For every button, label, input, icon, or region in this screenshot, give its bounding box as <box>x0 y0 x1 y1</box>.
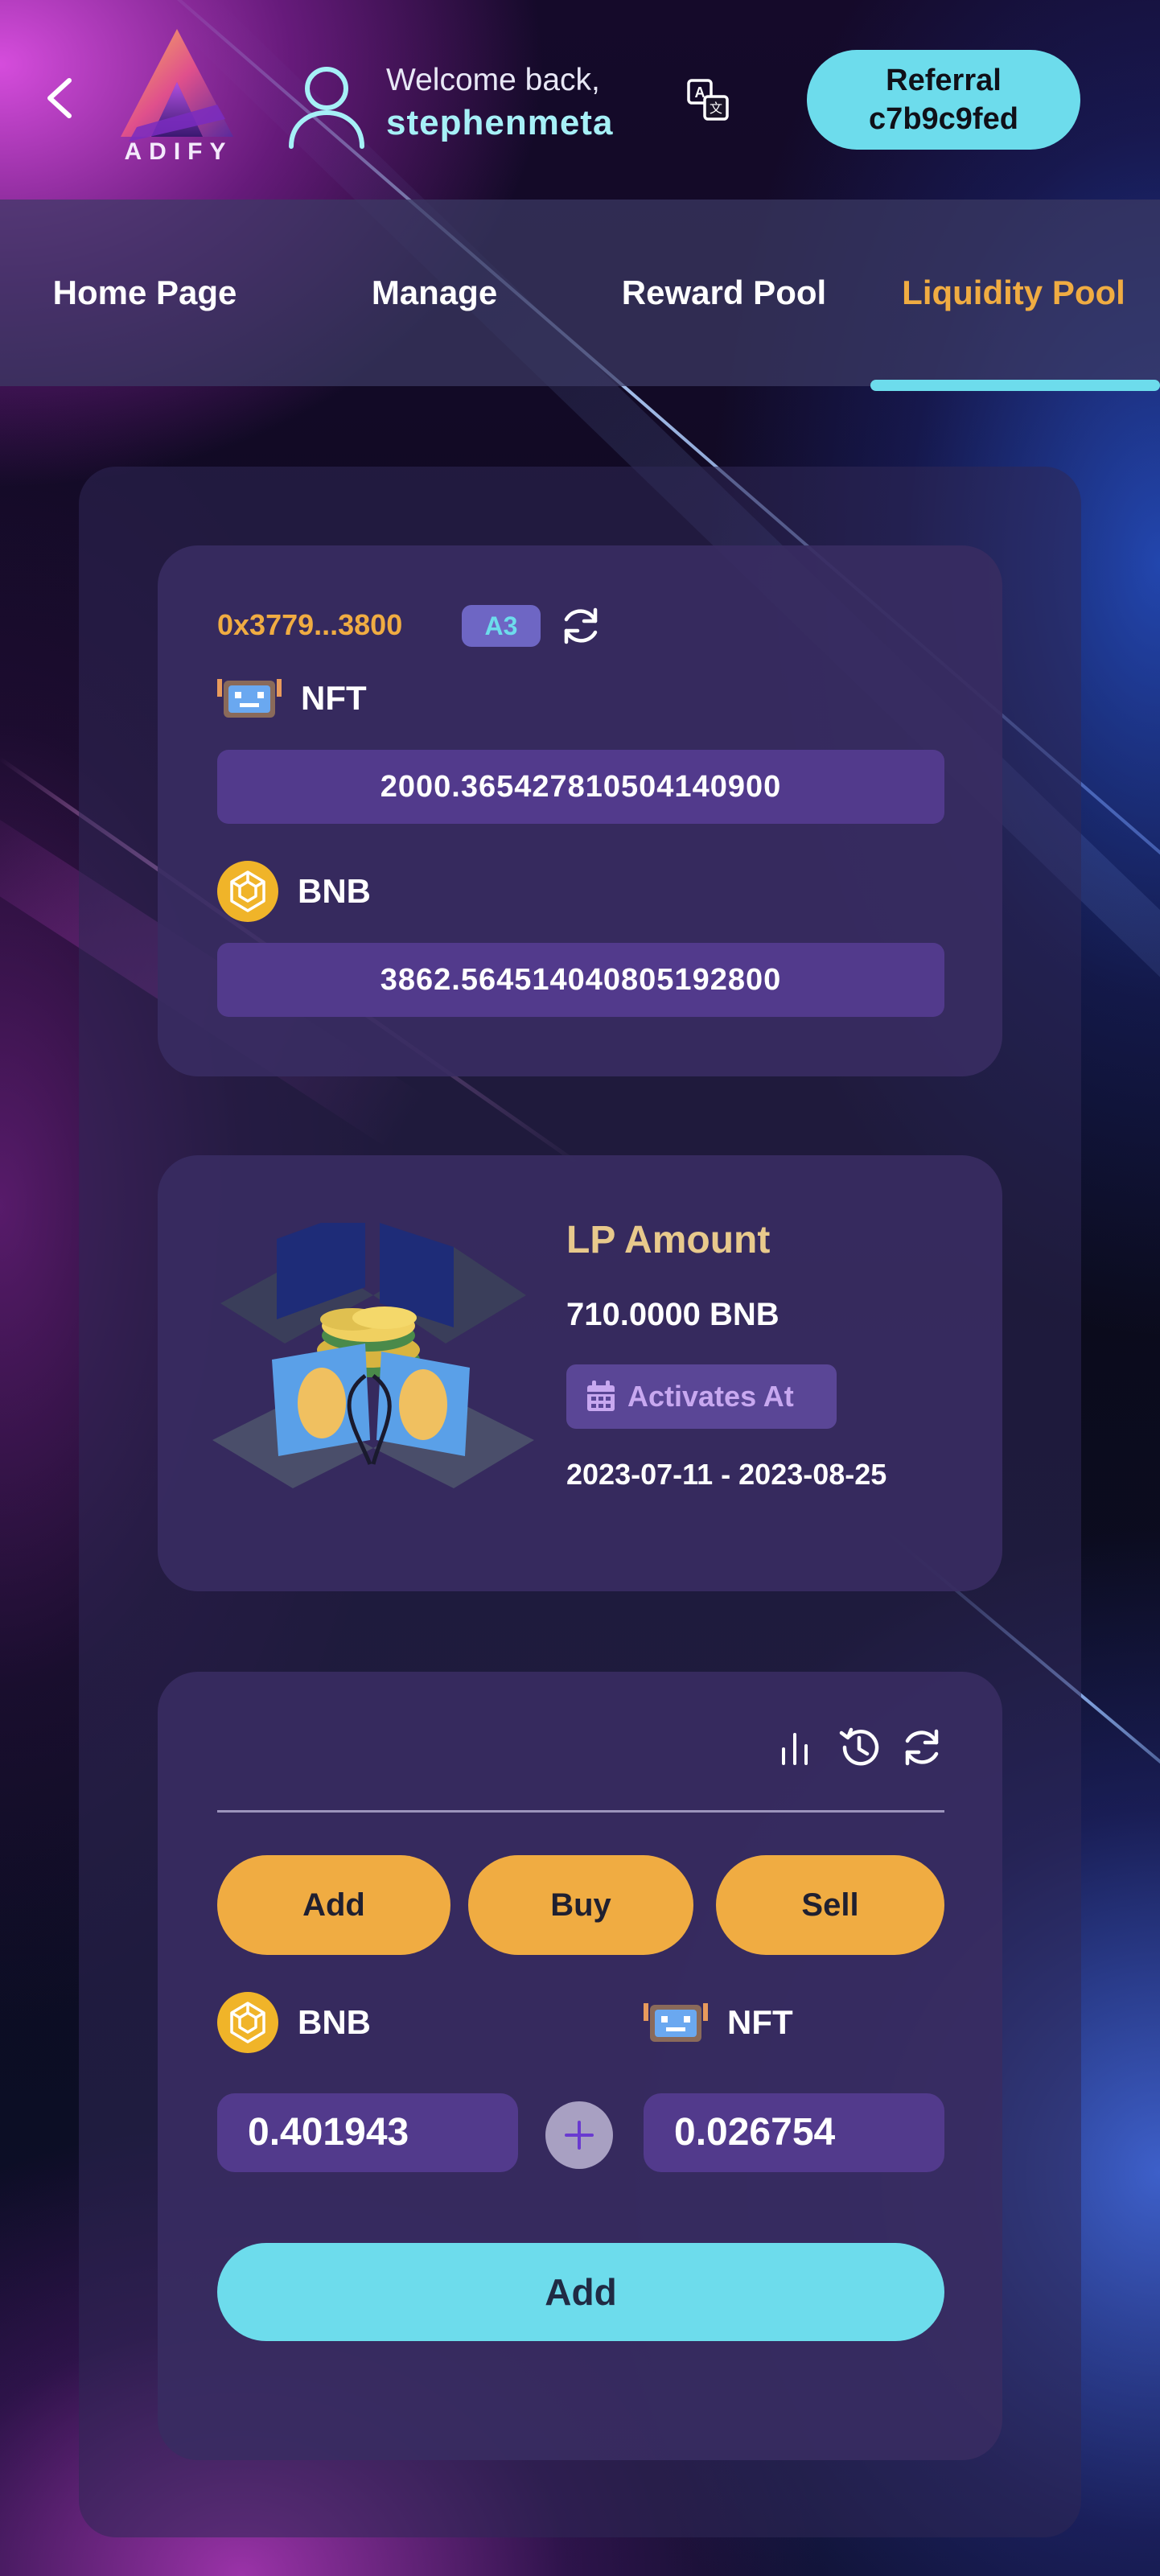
bnb-coin-icon <box>217 1992 278 2053</box>
username: stephenmeta <box>386 103 614 142</box>
input-token-nft: NFT <box>644 1992 793 2053</box>
nft-balance-value: 2000.365427810504140900 <box>217 750 944 824</box>
active-tab-indicator <box>870 380 1160 391</box>
token-row-nft: NFT <box>217 668 367 729</box>
tab-manage[interactable]: Manage <box>314 200 555 386</box>
mining-laptops-illustration <box>212 1223 534 1488</box>
buy-tab-button[interactable]: Buy <box>468 1855 693 1955</box>
wallet-address[interactable]: 0x3779...3800 <box>217 608 402 642</box>
activates-label: Activates At <box>627 1380 794 1413</box>
left-token-name: BNB <box>298 2003 371 2041</box>
bnb-amount-input[interactable]: 0.401943 <box>217 2093 518 2172</box>
plus-icon <box>545 2101 613 2169</box>
token-name-bnb: BNB <box>298 872 371 910</box>
svg-text:文: 文 <box>710 101 722 116</box>
nft-amount-input[interactable]: 0.026754 <box>644 2093 944 2172</box>
lp-amount-value: 710.0000 BNB <box>566 1297 780 1332</box>
sell-tab-button[interactable]: Sell <box>716 1855 944 1955</box>
toolbar-icons <box>774 1725 944 1770</box>
token-name-nft: NFT <box>301 679 367 717</box>
lp-amount-card: LP Amount 710.0000 BNB Activates At 2023… <box>158 1155 1002 1591</box>
back-button[interactable] <box>42 74 77 122</box>
level-badge: A3 <box>462 605 541 647</box>
welcome-text: Welcome back, <box>386 63 600 97</box>
tab-reward-pool[interactable]: Reward Pool <box>611 200 837 386</box>
add-liquidity-button[interactable]: Add <box>217 2243 944 2341</box>
lp-title: LP Amount <box>566 1219 771 1261</box>
history-icon[interactable] <box>837 1725 882 1770</box>
chart-icon[interactable] <box>774 1725 819 1770</box>
nav-tabs: Home Page Manage Reward Pool Liquidity P… <box>0 200 1160 391</box>
app-header: ADIFY Welcome back, stephenmeta A 文 Refe… <box>0 0 1160 200</box>
token-row-bnb: BNB <box>217 861 371 922</box>
input-token-bnb: BNB <box>217 1992 371 2053</box>
user-avatar-icon[interactable] <box>286 63 367 150</box>
divider <box>217 1810 944 1813</box>
svg-text:A: A <box>695 84 705 101</box>
pool-balance-card: 0x3779...3800 A3 NFT 2000.36542781050414… <box>158 545 1002 1076</box>
add-tab-button[interactable]: Add <box>217 1855 450 1955</box>
bnb-coin-icon <box>217 861 278 922</box>
activates-at-badge: Activates At <box>566 1364 837 1429</box>
tab-liquidity-pool[interactable]: Liquidity Pool <box>885 200 1142 386</box>
bnb-balance-value: 3862.564514040805192800 <box>217 943 944 1017</box>
activation-dates: 2023-07-11 - 2023-08-25 <box>566 1458 887 1491</box>
chevron-left-icon <box>47 78 72 118</box>
refresh-icon[interactable] <box>558 603 603 648</box>
tab-home-page[interactable]: Home Page <box>24 200 265 386</box>
refresh-icon[interactable] <box>899 1725 944 1770</box>
translate-icon[interactable]: A 文 <box>685 77 730 122</box>
nft-robot-icon <box>644 2003 708 2042</box>
referral-label: Referral <box>886 64 1002 97</box>
liquidity-action-card: Add Buy Sell BNB NFT 0.401943 0.026754 A… <box>158 1672 1002 2460</box>
right-token-name: NFT <box>727 2003 793 2041</box>
nft-robot-icon <box>217 679 282 718</box>
referral-button[interactable]: Referral c7b9c9fed <box>807 50 1080 150</box>
calendar-icon <box>587 1381 615 1411</box>
logo-text: ADIFY <box>124 138 233 165</box>
referral-code: c7b9c9fed <box>869 102 1018 136</box>
